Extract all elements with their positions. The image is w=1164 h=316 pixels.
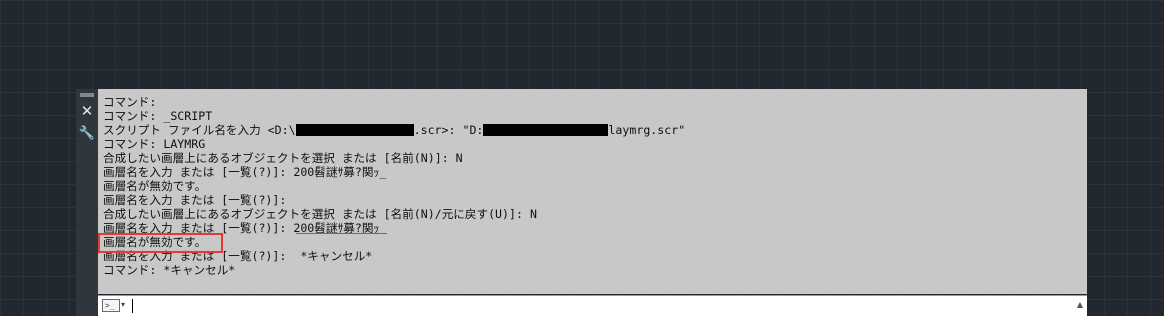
command-input[interactable] [136, 298, 1066, 314]
history-line: コマンド: _SCRIPT [103, 109, 213, 123]
history-line: 画層名が無効です。 [103, 179, 207, 193]
error-highlight-box [98, 233, 223, 253]
chevron-down-icon[interactable]: ▾ [121, 300, 125, 309]
redacted-path [483, 124, 609, 136]
history-line: コマンド: [103, 95, 157, 109]
history-line: 合成したい画層上にあるオブジェクトを選択 または [名前(N)/元に戻す(U)]… [103, 207, 537, 221]
history-line: 合成したい画層上にあるオブジェクトを選択 または [名前(N)]: N [103, 151, 463, 165]
history-line-script: スクリプト ファイル名を入力 <D:\ .scr>: "D: laymrg.scr" [103, 123, 685, 137]
text-cursor [132, 299, 133, 313]
command-line-window: ✕ 🔧 コマンド: コマンド: _SCRIPT スクリプト ファイル名を入力 <… [76, 89, 1087, 316]
redacted-path [295, 124, 414, 136]
command-line-toolbar: ✕ 🔧 [76, 89, 98, 316]
history-line: コマンド: LAYMRG [103, 137, 206, 151]
script-prompt-text: スクリプト ファイル名を入力 <D:\ [103, 123, 296, 137]
command-prompt-icon[interactable]: >_ [102, 299, 120, 312]
history-scroll-up-icon[interactable]: ▲ [1077, 300, 1083, 309]
drag-handle[interactable] [80, 93, 94, 97]
history-line: 画層名を入力 または [一覧(?)]: 200髫謎ｻ募?関ｯ_ [103, 165, 387, 179]
command-input-bar: >_ ▾ ▲ [98, 295, 1087, 316]
layer-name-underline [296, 233, 387, 234]
command-history: コマンド: コマンド: _SCRIPT スクリプト ファイル名を入力 <D:\.… [98, 89, 1087, 294]
close-icon[interactable]: ✕ [78, 102, 96, 120]
wrench-icon[interactable]: 🔧 [78, 125, 96, 143]
script-prompt-mid: .scr>: "D: [413, 123, 484, 137]
history-line: 画層名を入力 または [一覧(?)]: [103, 193, 287, 207]
script-file-name: laymrg.scr" [608, 123, 686, 137]
history-line: コマンド: *キャンセル* [103, 263, 236, 277]
